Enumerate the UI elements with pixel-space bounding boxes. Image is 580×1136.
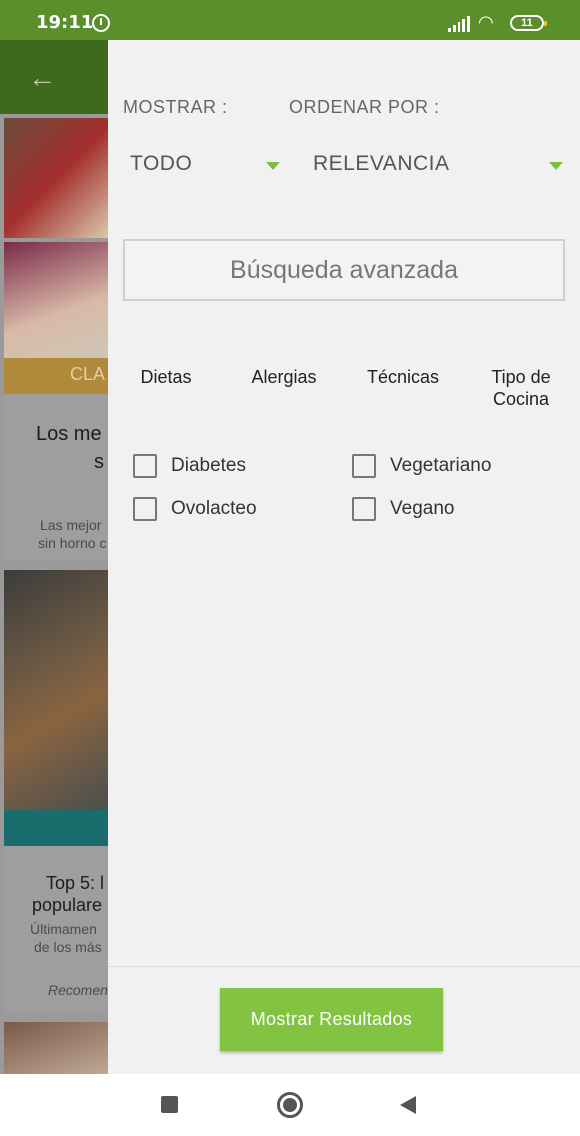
checkbox-ovolacteo[interactable]: Ovolacteo: [133, 495, 257, 523]
divider: [108, 966, 580, 967]
checkbox-vegano[interactable]: Vegano: [352, 495, 454, 523]
recent-apps-icon[interactable]: [161, 1096, 178, 1113]
checkbox-box[interactable]: [352, 454, 376, 478]
recipe-image: [4, 1022, 108, 1074]
back-arrow-icon[interactable]: ←: [28, 62, 56, 94]
tab-tipo-de-cocina[interactable]: Tipo de Cocina: [478, 366, 564, 410]
show-results-button[interactable]: Mostrar Resultados: [220, 988, 443, 1051]
dropdown-arrow-icon: [266, 162, 280, 170]
recipe-image: [4, 570, 108, 810]
dropdown-arrow-icon: [549, 162, 563, 170]
recipe-card-description: Últimamen de los más: [30, 921, 102, 955]
recipe-card-title: Top 5: l populare: [32, 873, 105, 915]
checkbox-label: Ovolacteo: [171, 498, 257, 519]
recipe-image: [4, 118, 108, 238]
order-by-select-value: RELEVANCIA: [313, 152, 450, 175]
background-app-bar: ←: [0, 40, 108, 114]
show-select-value: TODO: [130, 152, 193, 175]
show-select[interactable]: TODO: [130, 152, 280, 182]
status-bar: 19:11 ◠ 11: [0, 0, 580, 40]
tab-alergias[interactable]: Alergias: [244, 366, 324, 388]
checkbox-label: Vegano: [390, 498, 455, 519]
checkbox-label: Vegetariano: [390, 455, 492, 476]
category-tag: [4, 810, 108, 846]
advanced-search-button[interactable]: Búsqueda avanzada: [123, 239, 565, 301]
order-by-select[interactable]: RELEVANCIA: [313, 152, 563, 182]
category-tag: CLA: [4, 358, 108, 394]
recommended-label: Recomen: [48, 982, 108, 998]
tab-tecnicas[interactable]: Técnicas: [358, 366, 448, 388]
filter-tabs: Dietas Alergias Técnicas Tipo de Cocina: [108, 366, 580, 416]
battery-icon: 11: [510, 15, 547, 31]
recipe-card-title: Los me s: [36, 423, 104, 473]
recipe-card-description: Las mejor sin horno c: [38, 517, 107, 551]
back-icon[interactable]: [400, 1096, 416, 1114]
checkbox-vegetariano[interactable]: Vegetariano: [352, 452, 491, 480]
system-navigation-bar: [0, 1074, 580, 1136]
checkbox-box[interactable]: [133, 497, 157, 521]
checkbox-box[interactable]: [352, 497, 376, 521]
show-label: MOSTRAR :: [123, 97, 228, 117]
checkbox-diabetes[interactable]: Diabetes: [133, 452, 246, 480]
tab-dietas[interactable]: Dietas: [136, 366, 196, 388]
background-recipe-list[interactable]: ← CLA Los me s Las mejor sin horno c Top…: [0, 40, 108, 1074]
wifi-icon: ◠: [478, 12, 494, 32]
filter-drawer: MOSTRAR : ORDENAR POR : TODO RELEVANCIA …: [108, 40, 580, 1074]
signal-strength-icon: [448, 16, 470, 32]
status-time: 19:11: [36, 12, 94, 33]
alarm-clock-icon: [92, 14, 110, 32]
home-icon[interactable]: [277, 1092, 303, 1118]
order-by-label: ORDENAR POR :: [289, 97, 440, 117]
checkbox-box[interactable]: [133, 454, 157, 478]
recipe-image: [4, 242, 108, 358]
checkbox-label: Diabetes: [171, 455, 246, 476]
